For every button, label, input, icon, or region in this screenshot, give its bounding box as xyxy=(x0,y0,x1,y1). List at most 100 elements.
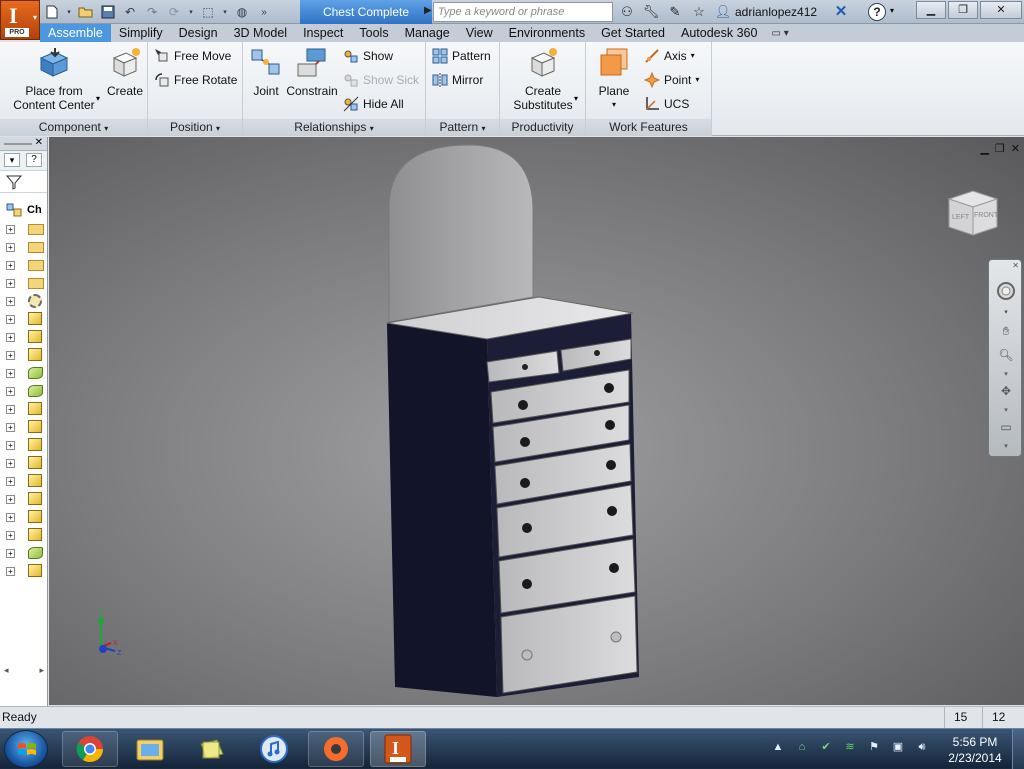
expand-icon[interactable]: + xyxy=(6,297,15,306)
show-hidden-icons-icon[interactable]: ▲ xyxy=(770,739,786,755)
minimize-icon[interactable]: ▁ xyxy=(916,1,946,19)
help-dropdown-icon[interactable]: ▾ xyxy=(890,6,894,15)
browser-node[interactable]: + xyxy=(6,293,46,309)
tab-inspect[interactable]: Inspect xyxy=(295,24,351,42)
place-from-content-center-button[interactable]: Place from Content Center xyxy=(6,46,102,112)
point-button[interactable]: Point ▾ xyxy=(643,71,699,89)
expand-icon[interactable]: + xyxy=(6,441,15,450)
free-move-button[interactable]: Free Move xyxy=(154,47,231,65)
filter-icon[interactable] xyxy=(5,174,23,193)
new-icon[interactable] xyxy=(44,4,60,20)
more-tools-icon[interactable]: » xyxy=(256,4,272,20)
ucs-button[interactable]: UCS xyxy=(644,95,689,113)
expand-icon[interactable]: + xyxy=(6,261,15,270)
browser-grip-icon[interactable] xyxy=(4,143,32,145)
dropdown-arrow-icon[interactable]: ▾ xyxy=(222,4,228,20)
orbit-icon[interactable]: ✥ xyxy=(997,382,1015,400)
browser-node[interactable]: + xyxy=(6,563,46,579)
wheel-dropdown-icon[interactable]: ▾ xyxy=(997,304,1015,322)
scroll-right-icon[interactable]: ▸ xyxy=(39,665,44,679)
tab-tools[interactable]: Tools xyxy=(351,24,396,42)
update-icon[interactable]: ⟳ xyxy=(166,4,182,20)
network-icon[interactable]: ▣ xyxy=(890,739,906,755)
show-sick-button[interactable]: Show Sick xyxy=(343,71,419,89)
show-button[interactable]: Show xyxy=(343,47,393,65)
expand-icon[interactable]: + xyxy=(6,279,15,288)
exchange-icon[interactable]: ✕ xyxy=(832,3,850,21)
browser-node[interactable]: + xyxy=(6,221,46,237)
plane-button[interactable]: Plane ▾ xyxy=(592,46,636,112)
browser-node[interactable]: + xyxy=(6,401,46,417)
show-desktop-button[interactable] xyxy=(1012,729,1024,769)
undo-icon[interactable]: ↶ xyxy=(122,4,138,20)
place-dropdown-icon[interactable]: ▾ xyxy=(96,94,100,103)
browser-node[interactable]: + xyxy=(6,239,46,255)
create-substitutes-button[interactable]: Create Substitutes xyxy=(506,46,580,112)
browser-root-label[interactable]: Ch xyxy=(27,204,42,216)
start-button[interactable] xyxy=(4,730,48,768)
component-group-label[interactable]: Component ▾ xyxy=(0,119,147,136)
look-at-icon[interactable]: ▭ xyxy=(997,418,1015,436)
expand-icon[interactable]: + xyxy=(6,333,15,342)
action-center-flag-icon[interactable]: ⚑ xyxy=(866,739,882,755)
taskbar-itunes[interactable] xyxy=(246,731,302,767)
scroll-left-icon[interactable]: ◂ xyxy=(4,665,9,679)
binoculars-icon[interactable]: ⚇ xyxy=(618,3,636,21)
chest-model[interactable] xyxy=(49,137,1024,705)
taskbar-sticky-notes[interactable] xyxy=(184,731,240,767)
application-menu-button[interactable]: I PRO ▾ xyxy=(0,0,40,40)
expand-icon[interactable]: + xyxy=(6,567,15,576)
browser-node[interactable]: + xyxy=(6,347,46,363)
free-rotate-button[interactable]: Free Rotate xyxy=(154,71,237,89)
viewcube[interactable]: LEFT FRONT xyxy=(945,187,1001,239)
mirror-button[interactable]: Mirror xyxy=(432,71,483,89)
user-icon[interactable]: 👤︎ xyxy=(714,3,732,21)
browser-node[interactable]: + xyxy=(6,509,46,525)
expand-icon[interactable]: + xyxy=(6,315,15,324)
browser-node[interactable]: + xyxy=(6,275,46,291)
taskbar-chrome[interactable] xyxy=(62,731,118,767)
expand-icon[interactable]: + xyxy=(6,369,15,378)
expand-icon[interactable]: + xyxy=(6,351,15,360)
navbar-close-icon[interactable]: ✕ xyxy=(1012,261,1019,270)
homegroup-icon[interactable]: ⌂ xyxy=(794,739,810,755)
tab-view[interactable]: View xyxy=(458,24,501,42)
browser-close-icon[interactable]: ✕ xyxy=(35,137,43,148)
taskbar-file-explorer[interactable] xyxy=(122,731,178,767)
taskbar-origin[interactable] xyxy=(308,731,364,767)
username[interactable]: adrianlopez412 xyxy=(735,5,817,19)
browser-help-icon[interactable]: ? xyxy=(26,153,42,167)
expand-icon[interactable]: + xyxy=(6,387,15,396)
substitutes-dropdown-icon[interactable]: ▾ xyxy=(574,94,578,103)
search-input[interactable]: Type a keyword or phrase xyxy=(433,2,613,22)
browser-node[interactable]: + xyxy=(6,365,46,381)
pattern-button[interactable]: Pattern xyxy=(432,47,491,65)
expand-icon[interactable]: + xyxy=(6,531,15,540)
expand-icon[interactable]: + xyxy=(6,243,15,252)
constrain-button[interactable]: Constrain xyxy=(285,46,339,98)
tab-autodesk-360[interactable]: Autodesk 360 xyxy=(673,24,765,42)
favorites-icon[interactable]: ☆ xyxy=(690,3,708,21)
browser-node[interactable]: + xyxy=(6,329,46,345)
close-icon[interactable]: ✕ xyxy=(980,1,1022,19)
appearance-icon[interactable]: ◍ xyxy=(234,4,250,20)
pattern-group-label[interactable]: Pattern ▾ xyxy=(426,119,499,136)
title-expand-icon[interactable]: ▶ xyxy=(424,5,432,16)
expand-icon[interactable]: + xyxy=(6,405,15,414)
joint-button[interactable]: Joint xyxy=(247,46,285,98)
select-icon[interactable]: ⬚ xyxy=(200,4,216,20)
taskbar-autodesk-inventor[interactable]: I xyxy=(370,731,426,767)
tab-simplify[interactable]: Simplify xyxy=(111,24,171,42)
system-clock[interactable]: 5:56 PM 2/23/2014 xyxy=(944,734,1006,766)
browser-node[interactable]: + xyxy=(6,419,46,435)
tab-manage[interactable]: Manage xyxy=(397,24,458,42)
browser-node[interactable]: + xyxy=(6,527,46,543)
expand-icon[interactable]: + xyxy=(6,495,15,504)
browser-node[interactable]: + xyxy=(6,383,46,399)
create-component-button[interactable]: Create xyxy=(104,46,146,98)
wrench-icon[interactable]: 🔧︎ xyxy=(642,3,660,21)
tab-assemble[interactable]: Assemble xyxy=(40,24,111,42)
save-icon[interactable] xyxy=(100,4,116,20)
expand-icon[interactable]: + xyxy=(6,477,15,486)
zoom-icon[interactable]: 🔍︎ xyxy=(997,346,1015,364)
